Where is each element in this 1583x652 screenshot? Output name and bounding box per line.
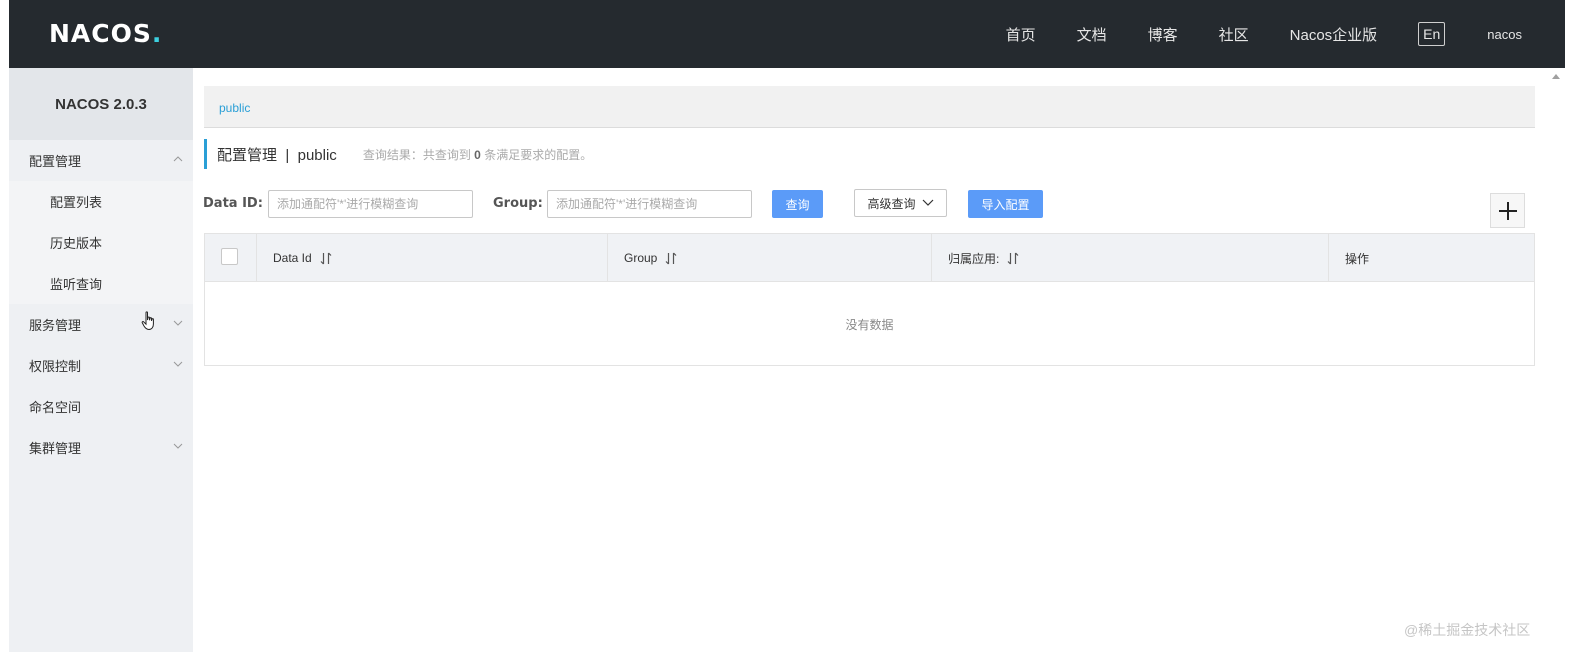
column-header-app[interactable]: 归属应用: [931, 234, 1328, 282]
group-search-input[interactable] [547, 190, 752, 218]
advanced-query-button[interactable]: 高级查询 [854, 189, 947, 217]
chevron-down-icon [173, 361, 183, 367]
select-all-checkbox[interactable] [221, 248, 238, 265]
sidebar-item-listener-query[interactable]: 监听查询 [9, 263, 193, 304]
table-empty-message: 没有数据 [845, 317, 894, 332]
hand-cursor-icon [141, 311, 154, 331]
add-config-button[interactable] [1490, 193, 1525, 228]
sort-icon[interactable] [1007, 252, 1019, 265]
chevron-down-icon [173, 320, 183, 326]
sort-icon[interactable] [665, 252, 677, 265]
column-header-group[interactable]: Group [607, 234, 931, 282]
sidebar-item-history-version[interactable]: 历史版本 [9, 222, 193, 263]
page-title-row: 配置管理 | public 查询结果：共查询到 0 条满足要求的配置。 [204, 139, 592, 169]
column-header-actions: 操作 [1328, 234, 1534, 282]
nav-docs[interactable]: 文档 [1077, 24, 1107, 45]
sidebar-group-label: 集群管理 [29, 441, 82, 456]
language-switch-button[interactable]: En [1418, 22, 1446, 46]
nav-community[interactable]: 社区 [1219, 24, 1249, 45]
namespace-bar: public [204, 86, 1535, 128]
user-name[interactable]: nacos [1487, 27, 1522, 42]
sidebar-item-label: 配置列表 [50, 195, 103, 210]
sidebar: NACOS 2.0.3 配置管理 配置列表 历史版本 监听查询 服务管理 权限控… [9, 68, 193, 652]
advanced-query-label: 高级查询 [867, 196, 916, 211]
sort-icon[interactable] [320, 252, 332, 265]
import-config-button[interactable]: 导入配置 [968, 190, 1043, 218]
vertical-scrollbar[interactable] [1548, 68, 1565, 652]
sidebar-group-cluster-management[interactable]: 集群管理 [9, 427, 193, 468]
sidebar-item-namespace[interactable]: 命名空间 [9, 386, 193, 427]
sidebar-group-service-management[interactable]: 服务管理 [9, 304, 193, 345]
chevron-down-icon [173, 443, 183, 449]
data-id-label: Data ID: [203, 196, 263, 211]
nav-home[interactable]: 首页 [1006, 24, 1036, 45]
sidebar-item-label: 历史版本 [50, 236, 103, 251]
sidebar-group-label: 权限控制 [29, 359, 82, 374]
sidebar-group-label: 配置管理 [29, 154, 82, 169]
chevron-up-icon [173, 156, 183, 162]
sidebar-group-label: 服务管理 [29, 318, 82, 333]
chevron-down-icon [922, 199, 933, 206]
nav-enterprise[interactable]: Nacos企业版 [1290, 24, 1378, 45]
query-result-count: 0 [474, 147, 481, 162]
page-title: 配置管理 | public [217, 146, 337, 164]
sidebar-group-label: 命名空间 [29, 400, 82, 415]
nacos-logo[interactable]: NACOS. [49, 19, 162, 48]
query-result-summary: 查询结果：共查询到 0 条满足要求的配置。 [362, 147, 593, 162]
top-header: NACOS. 首页 文档 博客 社区 Nacos企业版 En nacos [9, 0, 1565, 68]
group-label: Group: [493, 196, 543, 211]
plus-icon [1498, 201, 1517, 220]
query-button[interactable]: 查询 [772, 190, 823, 218]
sidebar-item-config-list[interactable]: 配置列表 [9, 181, 193, 222]
nav-blog[interactable]: 博客 [1148, 24, 1178, 45]
table-header: Data Id Group 归属应用: 操作 [205, 234, 1534, 282]
top-nav: 首页 文档 博客 社区 Nacos企业版 En nacos [1006, 0, 1565, 68]
scroll-up-arrow-icon[interactable] [1552, 74, 1560, 79]
data-id-search-input[interactable] [268, 190, 473, 218]
sidebar-group-config-management[interactable]: 配置管理 [9, 140, 193, 181]
namespace-public-link[interactable]: public [219, 101, 250, 115]
sidebar-version-title: NACOS 2.0.3 [9, 68, 193, 140]
sidebar-item-label: 监听查询 [50, 277, 103, 292]
config-table: Data Id Group 归属应用: 操作 没有数据 [204, 233, 1535, 366]
window-frame [0, 0, 9, 652]
sidebar-group-access-control[interactable]: 权限控制 [9, 345, 193, 386]
watermark: @稀土掘金技术社区 [1404, 622, 1531, 638]
column-header-data-id[interactable]: Data Id [256, 234, 607, 282]
